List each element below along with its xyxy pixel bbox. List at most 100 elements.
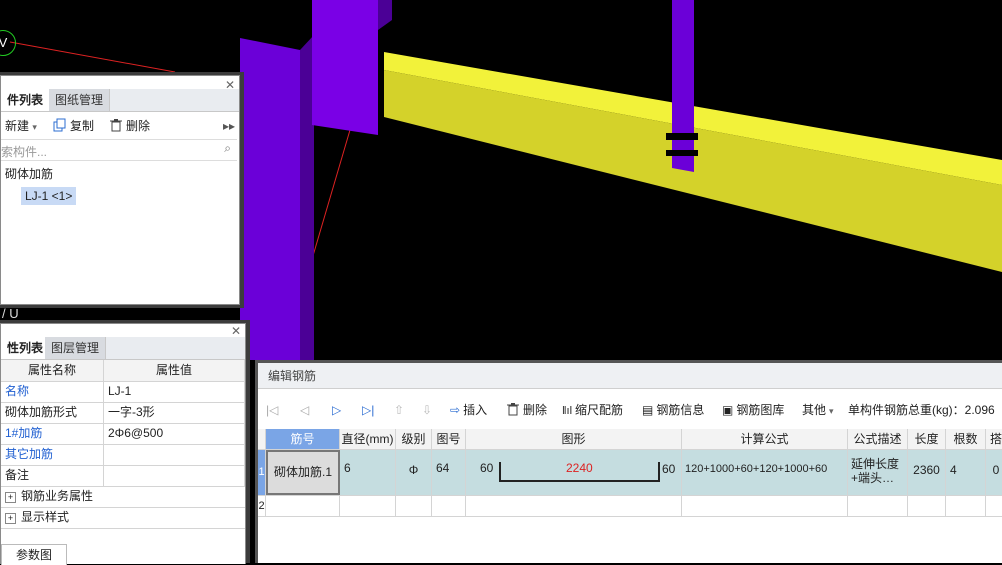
expand-icon[interactable]: + <box>5 492 16 503</box>
property-group[interactable]: + 显示样式 <box>1 507 245 528</box>
property-row[interactable]: 砌体加筋形式 一字-3形 <box>1 402 245 424</box>
scale-rebar-label: 缩尺配筋 <box>575 403 624 417</box>
property-row[interactable]: 名称 LJ-1 <box>1 381 245 403</box>
cell-figure-no[interactable]: 64 <box>432 450 466 495</box>
property-row[interactable]: 1#加筋 2Φ6@500 <box>1 423 245 445</box>
property-row[interactable]: 备注 <box>1 465 245 487</box>
close-icon[interactable]: ✕ <box>231 324 241 338</box>
cell-lap[interactable] <box>986 496 1002 516</box>
cell-grade[interactable] <box>396 496 432 516</box>
property-group[interactable]: + 钢筋业务属性 <box>1 486 245 507</box>
copy-button-label: 复制 <box>70 119 95 133</box>
trash-icon <box>507 403 519 416</box>
rebar-info-icon: ▤ <box>642 403 654 417</box>
move-up-icon[interactable]: ⇧ <box>394 400 404 420</box>
property-group-row[interactable]: + 钢筋业务属性 <box>1 486 245 508</box>
cell-description[interactable] <box>848 496 908 516</box>
cell-count[interactable]: 4 <box>946 450 986 495</box>
property-header: 属性名称 属性值 <box>1 360 245 382</box>
cell-bar-no[interactable] <box>266 496 340 516</box>
col-diameter[interactable]: 直径(mm) <box>340 429 396 449</box>
cell-figure-no[interactable] <box>432 496 466 516</box>
cell-grade[interactable]: Φ <box>396 450 432 495</box>
tab-layer-management[interactable]: 图层管理 <box>45 337 107 359</box>
property-value[interactable]: 一字-3形 <box>104 402 245 423</box>
header-value: 属性值 <box>104 360 245 381</box>
tab-property-list[interactable]: 性列表 <box>1 337 51 359</box>
expand-icon[interactable]: + <box>5 513 16 524</box>
property-row[interactable]: 其它加筋 <box>1 444 245 466</box>
col-length[interactable]: 长度 <box>908 429 946 449</box>
property-panel: ✕ 性列表 图层管理 属性名称 属性值 名称 LJ-1 砌体加筋形式 一字-3形… <box>0 323 246 565</box>
col-bar-no[interactable]: 筋号 <box>266 429 340 449</box>
cell-diameter[interactable]: 6 <box>340 450 396 495</box>
axis-line <box>9 41 176 73</box>
search-icon[interactable]: ⌕ <box>224 141 231 156</box>
table-row[interactable]: 2 <box>258 496 1002 517</box>
delete-row-button[interactable]: 删除 <box>506 400 547 420</box>
col-shape[interactable]: 图形 <box>466 429 682 449</box>
col-figure-no[interactable]: 图号 <box>432 429 466 449</box>
table-row[interactable]: 1 砌体加筋.1 6 Φ 64 60 2240 60 120+1000+60+1… <box>258 450 1002 496</box>
cell-description[interactable]: 延伸长度+端头… <box>848 450 908 495</box>
col-grade[interactable]: 级别 <box>396 429 432 449</box>
rebar-shape-figure <box>499 462 660 482</box>
more-chevron-icon[interactable]: ▸▸ <box>223 116 235 136</box>
tab-drawing-management[interactable]: 图纸管理 <box>49 89 111 111</box>
tab-parameter-figure[interactable]: 参数图 <box>1 544 67 565</box>
rebar-editor-title: 编辑钢筋 <box>258 363 1002 389</box>
scale-rebar-button[interactable]: ‖ıl 缩尺配筋 <box>562 400 623 420</box>
grid-label: / U <box>2 306 19 321</box>
insert-button[interactable]: ⇨ 插入 <box>450 400 487 420</box>
component-search[interactable]: 索构件... ⌕ <box>1 139 237 161</box>
prev-record-icon[interactable]: ◁ <box>300 400 309 420</box>
property-value[interactable]: LJ-1 <box>104 381 245 402</box>
cell-formula[interactable] <box>682 496 848 516</box>
shape-left-dim: 60 <box>480 461 494 475</box>
cell-count[interactable] <box>946 496 986 516</box>
column-side <box>300 35 314 360</box>
rebar-library-icon: ▣ <box>722 403 734 417</box>
copy-button[interactable]: 复制 <box>53 116 94 136</box>
first-record-icon[interactable]: |◁ <box>266 400 278 420</box>
cell-bar-no[interactable]: 砌体加筋.1 <box>266 450 340 495</box>
cell-formula[interactable]: 120+1000+60+120+1000+60 <box>682 450 848 495</box>
cell-lap[interactable]: 0 <box>986 450 1002 495</box>
next-record-icon[interactable]: ▷ <box>332 400 341 420</box>
tree-item-lj1[interactable]: LJ-1 <1> <box>21 187 77 205</box>
property-value[interactable] <box>104 465 245 486</box>
other-dropdown[interactable]: 其他 ▾ <box>802 400 834 420</box>
col-formula[interactable]: 计算公式 <box>682 429 848 449</box>
cell-length[interactable]: 2360 <box>908 450 946 495</box>
property-name: 备注 <box>1 465 104 486</box>
row-index: 2 <box>258 496 266 516</box>
new-button[interactable]: 新建 ▾ <box>5 116 37 136</box>
delete-label: 删除 <box>523 403 548 417</box>
property-group-label: 钢筋业务属性 <box>21 489 94 503</box>
property-group-label: 显示样式 <box>21 510 70 524</box>
tab-component-list[interactable]: 件列表 <box>1 89 51 111</box>
chevron-down-icon: ▾ <box>829 406 834 416</box>
col-count[interactable]: 根数 <box>946 429 986 449</box>
scale-rebar-icon: ‖ıl <box>562 405 573 417</box>
col-description[interactable]: 公式描述 <box>848 429 908 449</box>
rebar-editor-toolbar: |◁ ◁ ▷ ▷| ⇧ ⇩ ⇨ 插入 删除 ‖ıl 缩尺配筋 ▤ 钢筋信息 ▣ 钢筋图库… <box>258 390 1002 430</box>
cell-length[interactable] <box>908 496 946 516</box>
component-tabbar: 件列表 图纸管理 <box>1 89 239 112</box>
move-down-icon[interactable]: ⇩ <box>422 400 432 420</box>
property-value[interactable]: 2Φ6@500 <box>104 423 245 444</box>
row-index: 1 <box>258 450 266 495</box>
property-group-row[interactable]: + 显示样式 <box>1 507 245 529</box>
cell-shape[interactable]: 60 2240 60 <box>466 450 682 495</box>
last-record-icon[interactable]: ▷| <box>362 400 374 420</box>
property-value[interactable] <box>104 444 245 465</box>
tree-category[interactable]: 砌体加筋 <box>5 165 53 182</box>
search-placeholder: 索构件... <box>1 145 48 159</box>
delete-button[interactable]: 删除 <box>109 116 150 136</box>
rebar-library-button[interactable]: ▣ 钢筋图库 <box>722 400 784 420</box>
cell-shape[interactable] <box>466 496 682 516</box>
col-lap[interactable]: 搭 <box>986 429 1002 449</box>
cell-diameter[interactable] <box>340 496 396 516</box>
property-name: 其它加筋 <box>1 444 104 465</box>
rebar-info-button[interactable]: ▤ 钢筋信息 <box>642 400 704 420</box>
